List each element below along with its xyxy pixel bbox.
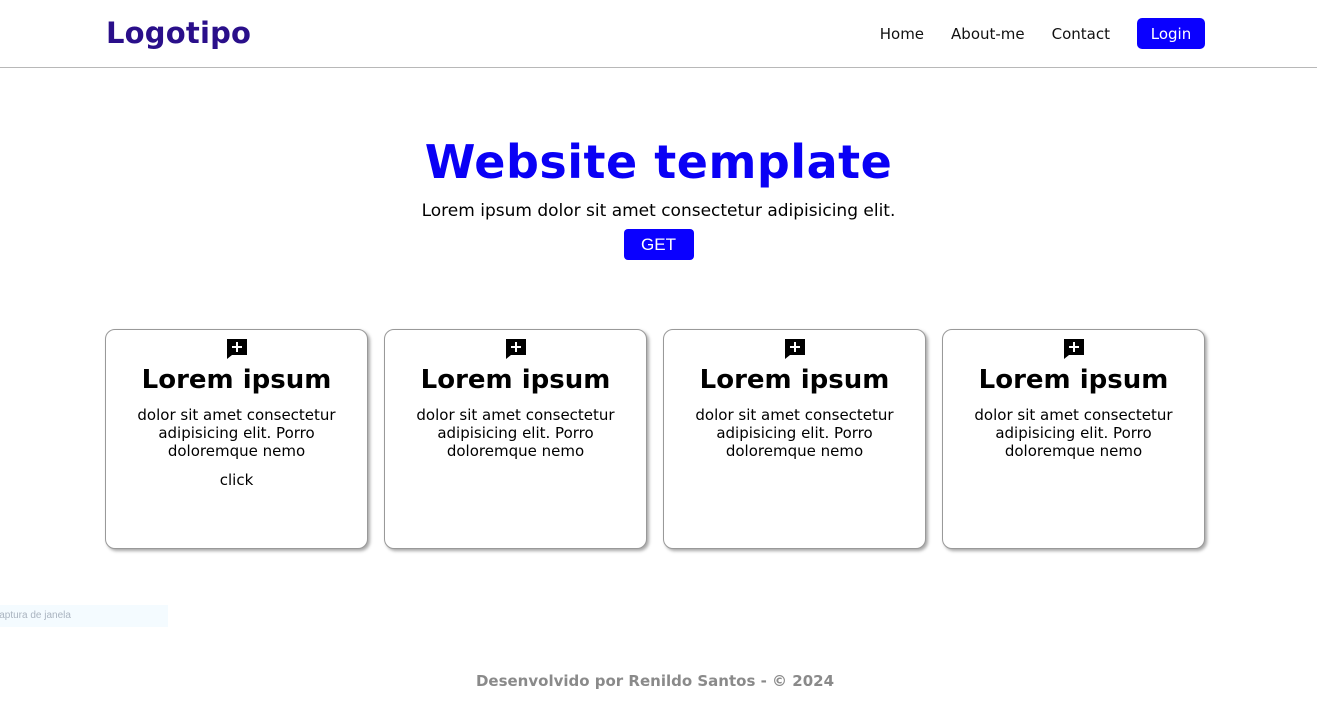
add-comment-icon [505, 339, 526, 359]
feature-card: Lorem ipsum dolor sit amet consectetur a… [942, 329, 1205, 549]
logo[interactable]: Logotipo [106, 16, 251, 50]
card-text: dolor sit amet consectetur adipisicing e… [137, 406, 336, 460]
card-grid: Lorem ipsum dolor sit amet consectetur a… [105, 329, 1205, 549]
card-title: Lorem ipsum [141, 365, 332, 395]
card-text: dolor sit amet consectetur adipisicing e… [974, 406, 1173, 460]
nav-about-link[interactable]: About-me [951, 25, 1025, 43]
card-text: dolor sit amet consectetur adipisicing e… [695, 406, 894, 460]
feature-card: Lorem ipsum dolor sit amet consectetur a… [105, 329, 368, 549]
add-comment-icon [1063, 339, 1084, 359]
card-title: Lorem ipsum [978, 365, 1169, 395]
footer-text: Desenvolvido por Renildo Santos - © 2024 [475, 672, 835, 690]
screen-capture-tooltip-text: Captura de janela [0, 610, 71, 621]
card-title: Lorem ipsum [699, 365, 890, 395]
card-title: Lorem ipsum [420, 365, 611, 395]
get-button[interactable]: GET [623, 229, 694, 260]
screen-capture-tooltip: Captura de janela [0, 605, 168, 627]
add-comment-icon [784, 339, 805, 359]
main-nav: Home About-me Contact Login [880, 18, 1205, 49]
card-text: dolor sit amet consectetur adipisicing e… [416, 406, 615, 460]
feature-card: Lorem ipsum dolor sit amet consectetur a… [384, 329, 647, 549]
login-button[interactable]: Login [1137, 18, 1205, 49]
card-click-link[interactable]: click [106, 471, 367, 489]
site-header: Logotipo Home About-me Contact Login [0, 0, 1317, 68]
hero-section: Website template Lorem ipsum dolor sit a… [0, 128, 1317, 260]
hero-subtitle: Lorem ipsum dolor sit amet consectetur a… [421, 201, 896, 221]
nav-home-link[interactable]: Home [880, 25, 924, 43]
add-comment-icon [226, 339, 247, 359]
hero-title: Website template [424, 135, 893, 189]
nav-contact-link[interactable]: Contact [1052, 25, 1110, 43]
feature-card: Lorem ipsum dolor sit amet consectetur a… [663, 329, 926, 549]
